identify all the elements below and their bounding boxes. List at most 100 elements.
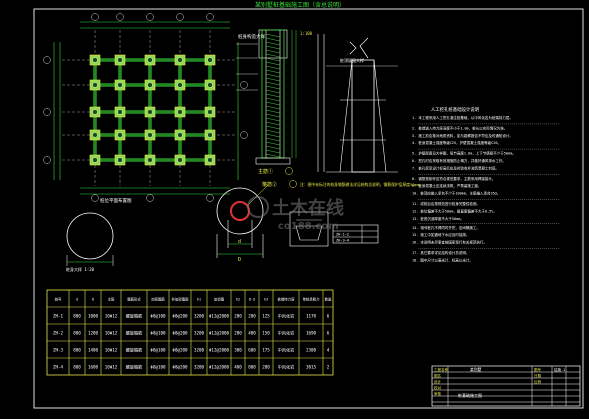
table-header-cell: 加密箍筋 [151,297,165,302]
dim-D-label: D [238,257,241,263]
tb-label-3: 设计 [434,379,442,384]
table-cell: 螺旋箍筋 [126,347,143,354]
note-item: 1. 本工程采用人工挖孔灌注桩基础，以中风化岩为桩端持力层。 [412,115,513,120]
table-cell: Φ12@2000 [209,348,230,353]
tb-label-4: 校对 [434,385,442,390]
table-cell: ZH-4 [53,365,64,370]
table-cell: Φ8@100 [150,331,166,336]
table-header-cell: 单桩承载力 [303,297,321,302]
note-item: 15. 施工中如遇地下水应及时抽排。 [412,232,469,237]
pile-mark [147,57,153,63]
table-cell: Φ8@200 [172,365,188,370]
circle-label-1: 主筋① [258,168,273,175]
cad-viewport[interactable]: 某别墅桩基础施工图（含总说明） 桩位平面布置图 桩身构造大样 1:100 桩顶锚… [0,0,589,419]
table-header-cell: h3 [264,298,268,302]
tb-project: 某别墅 [470,367,482,372]
table-cell: 4 [327,348,330,353]
note-item: 14. 相邻桩孔不得同时开挖，应间隔施工。 [412,225,480,230]
table-cell: Φ8@200 [172,348,188,353]
table-cell: 2 [327,365,330,370]
table-cell: 200 [234,314,242,319]
table-cell: 1690 [306,331,317,336]
tb-label-5: 审核 [434,391,442,396]
table-cell: Φ8@100 [150,314,166,319]
legend-row-1: ZH-1~2 [336,233,349,237]
pile-mark [117,132,123,138]
table-cell: 3200 [194,348,205,353]
legend-row-2: ZH-3~4 [336,239,349,243]
notes-title: 人工挖孔桩基础设计说明 [431,106,480,113]
table-cell: ZH-1 [53,314,64,319]
table-cell: Φ12@2000 [209,314,230,319]
detail-label: 桩顶锚固大样 [340,57,364,63]
table-cell: Φ8@100 [150,365,166,370]
table-cell: 800 [73,365,81,370]
watermark-en: co188.com [278,221,339,232]
table-cell: ZH-2 [53,331,64,336]
cad-drawing-canvas[interactable]: 某别墅桩基础施工图（含总说明） 桩位平面布置图 桩身构造大样 1:100 桩顶锚… [0,0,589,419]
table-cell: 3200 [194,314,205,319]
table-header-cell: 主筋 [108,297,115,302]
pile-mark [207,82,213,88]
pile-mark [177,109,183,115]
table-cell: 1400 [88,348,99,353]
tb-sheet: 结施-1 [554,367,565,372]
table-cell: 螺旋箍筋 [126,364,143,371]
note-item: 18. 图中尺寸以毫米计，标高以米计。 [412,257,473,262]
tb-label-7: 日期 [534,373,542,378]
table-cell: Φ12@2000 [209,331,230,336]
table-header-cell: D-d [249,298,255,302]
pile-mark [177,132,183,138]
tb-label-6: 图号 [534,367,542,372]
table-cell: 中风化岩 [278,364,295,371]
table-cell: 400 [248,331,256,336]
table-header-cell: h1 [197,298,201,302]
watermark-cn: 土木在线 [272,197,344,219]
table-cell: 200 [248,314,256,319]
pile-mark [92,132,98,138]
table-cell: 3200 [194,365,205,370]
table-header-cell: 非加密箍筋 [172,297,190,302]
table-header-cell: h2 [236,298,240,302]
tb-label-1: 工程名称 [434,367,448,372]
pile-mark [207,57,213,63]
table-cell: Φ8@200 [172,331,188,336]
pile-body-section: 桩身大样 1:20 [66,212,114,272]
table-cell: 200 [262,365,270,370]
table-header-cell: 加劲箍 [214,297,225,302]
table-cell: 300 [234,348,242,353]
section-view-label: 桩身构造大样 [238,33,265,40]
table-cell: Φ8@100 [150,348,166,353]
pile-mark [147,157,153,163]
pile-mark [177,57,183,63]
pile-legend-box: ZH-1~2 ZH-3~4 [332,224,379,244]
circle-label-2: 箍筋② [262,181,277,188]
note-item: 11. 成桩后应按规范进行桩身完整性检测。 [412,201,480,206]
note-item: 8. 钢筋笼制作应符合规范要求，主筋采用焊接接头。 [412,176,495,181]
note-item: 12. 桩位偏差不大于50mm，垂直度偏差不大于0.5%。 [412,208,497,213]
table-header-cell: D [92,298,94,302]
scale-note: 1:100 [300,31,313,36]
table-cell: 1000 [88,314,99,319]
table-cell: 3200 [194,331,205,336]
pile-mark [92,57,98,63]
pile-mark [92,82,98,88]
table-cell: Φ12@2000 [209,365,230,370]
table-cell: 800 [73,314,81,319]
note-item: 7. 桩孔挖至设计标高后应及时验收并浇筑混凝土封底。 [412,165,499,170]
table-cell: 1600 [88,365,99,370]
table-cell: 200 [234,331,242,336]
note-item: 4. 桩身混凝土强度等级C25，护壁混凝土强度等级C20。 [412,140,501,145]
table-cell: 中风化岩 [278,330,295,337]
design-notes: 人工挖孔桩基础设计说明 1. 本工程采用人工挖孔灌注桩基础，以中风化岩为桩端持力… [412,106,560,262]
table-header-cell: d [76,298,78,302]
pile-mark [147,82,153,88]
note-item: 5. 护壁厚度见大样图，每节高度1.0m，上下节搭接不少于50mm。 [412,151,516,156]
pile-mark [207,109,213,115]
pile-mark [177,157,183,163]
note-item: 13. 桩底沉渣厚度不大于50mm。 [412,216,464,221]
table-header-cell: 数量 [325,297,332,302]
table-cell: 6 [327,314,330,319]
pile-mark [147,109,153,115]
table-cell: 10Φ12 [105,365,118,370]
